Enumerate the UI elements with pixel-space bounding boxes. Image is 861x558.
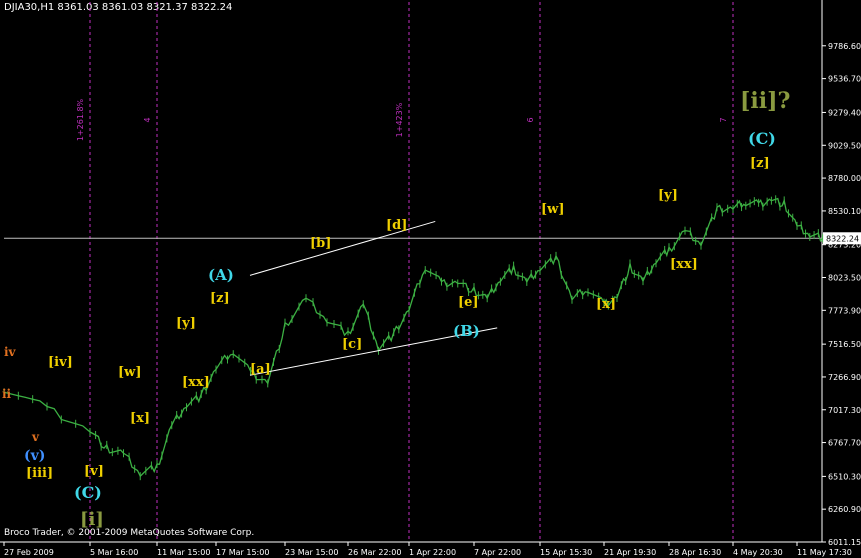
y-tick-label: 9279.40 xyxy=(828,108,861,117)
y-tick-label: 8530.10 xyxy=(828,207,861,216)
wave-label: [x] xyxy=(130,411,150,426)
y-tick-label: 7266.90 xyxy=(828,373,861,382)
wave-label: [y] xyxy=(176,316,196,331)
separator-label: 1+423% xyxy=(395,102,404,137)
bid-label: 8322.24 xyxy=(826,234,859,243)
separator-label: 4 xyxy=(143,117,152,122)
wave-label: (v) xyxy=(24,448,45,464)
y-tick-label: 8023.50 xyxy=(828,274,861,283)
wave-label: [xx] xyxy=(182,375,210,390)
y-tick-label: 9786.60 xyxy=(828,42,861,51)
wave-label: (C) xyxy=(74,483,102,502)
y-tick-label: 9536.70 xyxy=(828,75,861,84)
y-tick-label: 6011.15 xyxy=(828,538,861,547)
x-tick-label: 5 Mar 16:00 xyxy=(90,548,138,557)
wave-label: [b] xyxy=(310,236,331,251)
price-series xyxy=(3,197,824,478)
x-tick-label: 1 Apr 22:00 xyxy=(409,548,456,557)
y-tick-label: 7017.30 xyxy=(828,406,861,415)
wave-label: (B) xyxy=(453,322,480,340)
separator-label: 6 xyxy=(526,117,535,122)
copyright-text: Broco Trader, © 2001-2009 MetaQuotes Sof… xyxy=(4,528,255,538)
separator-label: 1+261.8% xyxy=(76,98,85,141)
x-tick-label: 27 Feb 2009 xyxy=(4,548,54,557)
wave-label: v xyxy=(31,430,40,444)
x-tick-label: 17 Mar 15:00 xyxy=(216,548,269,557)
wave-label: ii xyxy=(2,387,12,401)
wave-label: [xx] xyxy=(670,257,698,272)
wave-label: [w] xyxy=(118,365,142,380)
wave-label: [c] xyxy=(342,337,362,352)
wave-label: [z] xyxy=(210,291,230,306)
wave-label: [v] xyxy=(84,464,104,479)
wave-label: [ii]? xyxy=(740,88,790,114)
wave-label: [y] xyxy=(658,188,678,203)
x-tick-label: 21 Apr 19:30 xyxy=(604,548,656,557)
y-tick-label: 6510.30 xyxy=(828,472,861,481)
wave-label: [x] xyxy=(596,297,616,312)
separator-label: 7 xyxy=(719,117,728,122)
wave-label: [z] xyxy=(750,156,770,171)
wave-label: iv xyxy=(4,345,17,359)
x-tick-label: 23 Mar 15:00 xyxy=(285,548,338,557)
wave-label: [iii] xyxy=(26,466,53,481)
wave-label: (C) xyxy=(748,129,776,148)
y-tick-label: 8780.00 xyxy=(828,174,861,183)
x-tick-label: 28 Apr 16:30 xyxy=(669,548,721,557)
y-tick-label: 9029.50 xyxy=(828,141,861,150)
channel-line xyxy=(249,220,436,276)
wave-label: (A) xyxy=(208,266,234,284)
wave-label: [a] xyxy=(250,362,271,377)
wave-label: [w] xyxy=(541,202,565,217)
wave-label: [d] xyxy=(386,218,407,233)
y-tick-label: 7773.90 xyxy=(828,306,861,315)
x-tick-label: 26 Mar 22:00 xyxy=(348,548,401,557)
y-tick-label: 7516.50 xyxy=(828,340,861,349)
y-tick-label: 6260.90 xyxy=(828,505,861,514)
x-tick-label: 15 Apr 15:30 xyxy=(540,548,592,557)
x-tick-label: 4 May 20:30 xyxy=(733,548,783,557)
x-tick-label: 7 Apr 22:00 xyxy=(474,548,521,557)
x-tick-label: 11 Mar 15:00 xyxy=(157,548,210,557)
wave-label: [i] xyxy=(80,509,104,530)
wave-label: [iv] xyxy=(48,355,73,370)
wave-label: [e] xyxy=(458,295,479,310)
price-chart[interactable]: 1+261.8% 4 1+423% 6 7 9786.60 9536.70 9279.40 90… xyxy=(0,0,861,558)
y-tick-label: 6767.70 xyxy=(828,439,861,448)
x-tick-label: 11 May 17:30 xyxy=(797,548,852,557)
